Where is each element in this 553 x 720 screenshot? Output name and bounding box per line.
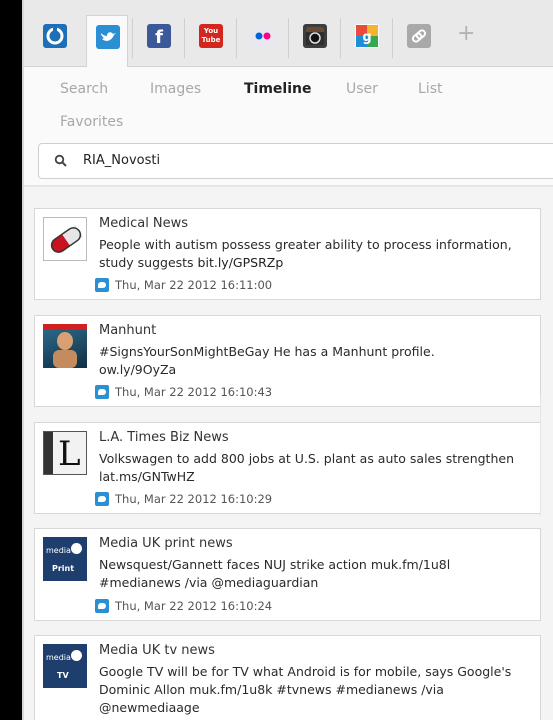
avatar: media Print (43, 537, 87, 581)
tweet-card[interactable]: Medical News People with autism possess … (34, 208, 541, 300)
tweet-meta: Thu, Mar 22 2012 16:11:00 (95, 278, 272, 292)
service-flickr-tab[interactable] (242, 15, 284, 65)
latimes-logo: L (58, 434, 81, 474)
tweet-card[interactable]: media Print Media UK print news Newsques… (34, 528, 541, 621)
tweet-text: Newsquest/Gannett faces NUJ strike actio… (99, 557, 451, 590)
service-simplenote-tab[interactable] (34, 15, 76, 65)
tweet-author: L.A. Times Biz News (99, 430, 229, 445)
service-youtube-tab[interactable]: You Tube (190, 15, 232, 65)
tweet-text: #SignsYourSonMightBeGay He has a Manhunt… (99, 344, 435, 377)
tweet-author: Medical News (99, 216, 189, 231)
tweet-text: Volkswagen to add 800 jobs at U.S. plant… (99, 451, 514, 484)
timeline-stream: Medical News People with autism possess … (24, 186, 553, 720)
svg-text:g: g (362, 30, 371, 45)
tweet-text: Google TV will be for TV what Android is… (99, 664, 512, 715)
avatar: media TV (43, 644, 87, 688)
tweet-link[interactable]: ow.ly/9OyZa (99, 362, 176, 377)
tweet-meta: Thu, Mar 22 2012 16:10:43 (95, 385, 272, 399)
app-window: f You Tube g + Search Images Timeline Us… (22, 0, 553, 720)
add-service-button[interactable]: + (444, 15, 486, 65)
avatar (43, 324, 87, 368)
tweet-timestamp: Thu, Mar 22 2012 16:10:29 (115, 492, 273, 506)
media-brand-label: media (46, 546, 71, 555)
tweet-timestamp: Thu, Mar 22 2012 16:11:00 (115, 278, 273, 292)
scrollbar[interactable] (540, 395, 553, 515)
tweet-meta: Thu, Mar 22 2012 16:10:24 (95, 599, 272, 613)
tweet-card[interactable]: Manhunt #SignsYourSonMightBeGay He has a… (34, 315, 541, 407)
tweet-link[interactable]: muk.fm/1u8k (189, 682, 272, 697)
avatar (43, 217, 87, 261)
tab-favorites[interactable]: Favorites (60, 114, 123, 130)
twitter-icon (96, 25, 120, 49)
tweet-author: Media UK print news (99, 536, 233, 551)
tweet-timestamp: Thu, Mar 22 2012 16:10:24 (115, 599, 273, 613)
tweet-link[interactable]: bit.ly/GPSRZp (198, 255, 284, 270)
service-instagram-tab[interactable] (294, 15, 336, 65)
flickr-icon (251, 24, 275, 48)
instagram-icon (303, 24, 327, 48)
service-link-tab[interactable] (398, 15, 440, 65)
service-twitter-tab[interactable] (86, 15, 128, 67)
tab-list[interactable]: List (418, 81, 442, 97)
tweet-author: Media UK tv news (99, 643, 215, 658)
facebook-icon: f (147, 24, 171, 48)
tweet-timestamp: Thu, Mar 22 2012 16:10:43 (115, 385, 273, 399)
tab-user[interactable]: User (346, 81, 378, 97)
google-icon: g (355, 24, 379, 48)
twitter-icon (95, 492, 109, 506)
plus-icon: + (457, 21, 476, 46)
tweet-card[interactable]: media TV Media UK tv news Google TV will… (34, 635, 541, 720)
tweet-text: People with autism possess greater abili… (99, 237, 512, 270)
search-icon (54, 154, 67, 167)
service-bar: f You Tube g + (24, 0, 553, 67)
search-field[interactable]: RIA_Novosti (38, 143, 553, 179)
service-google-tab[interactable]: g (346, 15, 388, 65)
search-input[interactable]: RIA_Novosti (83, 153, 160, 168)
media-print-label: Print (52, 564, 75, 573)
avatar: L (43, 431, 87, 475)
twitter-icon (95, 599, 109, 613)
tweet-meta: Thu, Mar 22 2012 16:10:29 (95, 492, 272, 506)
service-facebook-tab[interactable]: f (138, 15, 180, 65)
simplenote-icon (43, 24, 67, 48)
youtube-icon: You Tube (199, 24, 223, 48)
tweet-author: Manhunt (99, 323, 157, 338)
media-tv-label: TV (57, 671, 69, 680)
tweet-link[interactable]: lat.ms/GNTwHZ (99, 469, 195, 484)
tweet-link[interactable]: muk.fm/1u8l (371, 557, 450, 572)
twitter-icon (95, 385, 109, 399)
tab-search[interactable]: Search (60, 81, 108, 97)
tab-area: Search Images Timeline User List Favorit… (24, 67, 553, 186)
twitter-icon (95, 278, 109, 292)
tweet-card[interactable]: L L.A. Times Biz News Volkswagen to add … (34, 422, 541, 514)
tab-timeline[interactable]: Timeline (244, 81, 312, 97)
tab-images[interactable]: Images (150, 81, 201, 97)
media-brand-label: media (46, 653, 71, 662)
link-icon (407, 24, 431, 48)
